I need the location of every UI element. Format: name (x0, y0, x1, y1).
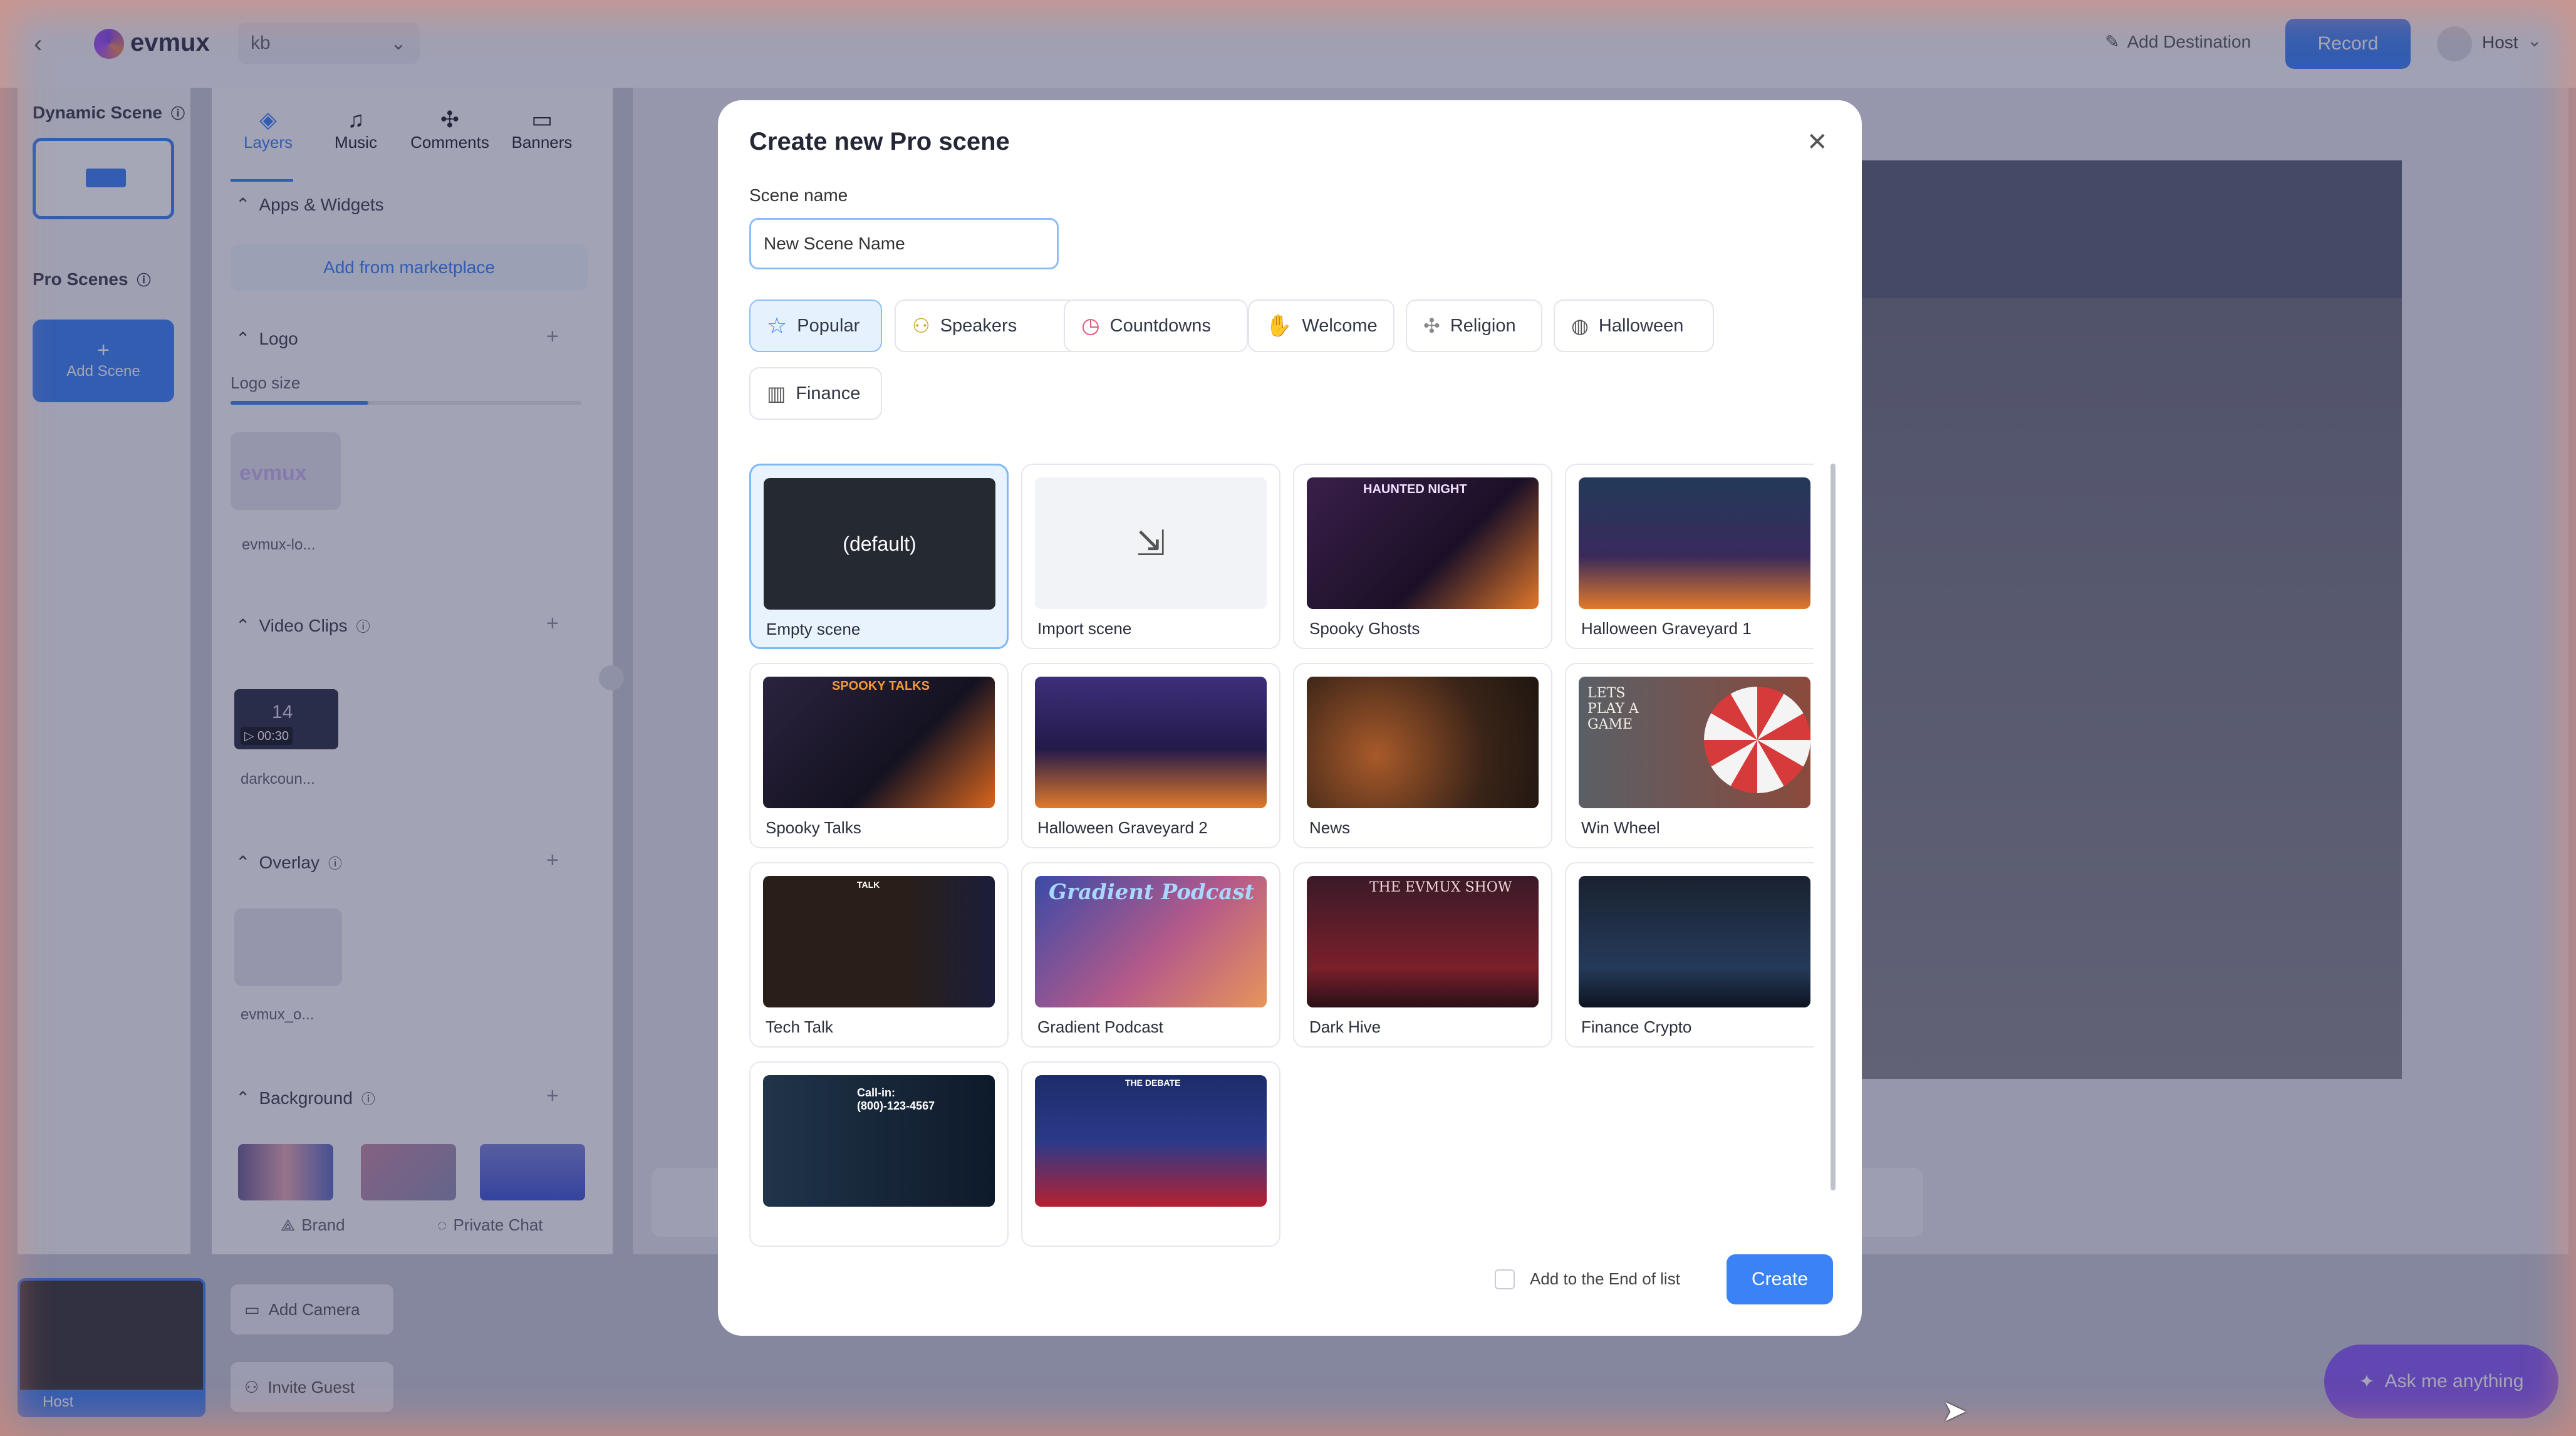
pumpkin-icon: ◍ (1571, 315, 1589, 337)
category-speakers[interactable]: ⚇ Speakers (895, 299, 1079, 352)
template-card-spooky-talks[interactable]: SPOOKY TALKS Spooky Talks (749, 663, 1009, 848)
template-card-finance-crypto[interactable]: Finance Crypto (1565, 862, 1814, 1048)
create-button[interactable]: Create (1727, 1254, 1833, 1304)
template-thumb (1579, 876, 1810, 1007)
cursor-icon: ➤ (1942, 1395, 1968, 1428)
template-thumb: Gradient Podcast (1035, 876, 1267, 1007)
template-card-win-wheel[interactable]: LETS PLAY A GAME Win Wheel (1565, 663, 1814, 848)
template-card-the-debate[interactable]: THE DEBATE (1021, 1061, 1280, 1247)
template-thumb-title: THE EVMUX SHOW (1369, 880, 1512, 895)
scene-name-label: Scene name (749, 185, 848, 205)
template-thumb: Call-in: (800)-123-4567 (763, 1075, 995, 1207)
category-halloween[interactable]: ◍ Halloween (1554, 299, 1714, 352)
template-thumb: THE DEBATE (1035, 1075, 1267, 1207)
template-card-news[interactable]: News (1293, 663, 1552, 848)
template-thumb: HAUNTED NIGHT (1307, 477, 1539, 609)
template-thumb: (default) (764, 478, 995, 610)
template-thumb-title: LETS PLAY A GAME (1587, 685, 1639, 732)
dove-icon: ✣ (1423, 315, 1440, 337)
import-icon: ⇲ (1035, 477, 1267, 609)
template-thumb-title: HAUNTED NIGHT (1363, 482, 1467, 496)
template-name: Empty scene (766, 620, 861, 638)
template-name: Dark Hive (1309, 1017, 1381, 1036)
wave-icon: ✋ (1265, 314, 1292, 338)
speakers-icon: ⚇ (912, 315, 930, 337)
template-card-empty[interactable]: (default) Empty scene (749, 464, 1009, 649)
template-thumb (1307, 677, 1539, 808)
template-card-import[interactable]: ⇲ Import scene (1021, 464, 1280, 649)
star-icon: ☆ (767, 313, 787, 338)
clock-icon: ◷ (1081, 314, 1100, 338)
template-thumb: THE EVMUX SHOW (1307, 876, 1539, 1007)
scene-name-value: New Scene Name (764, 234, 905, 253)
template-card-call-in[interactable]: Call-in: (800)-123-4567 (749, 1061, 1009, 1247)
template-scrollbar[interactable] (1831, 464, 1836, 1190)
scene-name-input[interactable]: New Scene Name (749, 218, 1059, 269)
template-name: Gradient Podcast (1037, 1017, 1163, 1036)
chart-icon: ▥ (767, 382, 786, 405)
template-card-dark-hive[interactable]: THE EVMUX SHOW Dark Hive (1293, 862, 1552, 1048)
template-thumb: SPOOKY TALKS (763, 677, 995, 808)
template-thumb-title: TALK (857, 880, 880, 890)
close-icon[interactable]: ✕ (1807, 128, 1828, 157)
category-finance[interactable]: ▥ Finance (749, 367, 882, 420)
template-thumb: LETS PLAY A GAME (1579, 677, 1810, 808)
template-name: Win Wheel (1581, 818, 1660, 837)
template-card-spooky-ghosts[interactable]: HAUNTED NIGHT Spooky Ghosts (1293, 464, 1552, 649)
template-thumb-title: Gradient Podcast (1049, 880, 1255, 905)
template-name: Import scene (1037, 619, 1132, 638)
template-name: Halloween Graveyard 2 (1037, 818, 1208, 837)
template-thumb (1579, 477, 1810, 609)
template-name: Finance Crypto (1581, 1017, 1692, 1036)
category-popular[interactable]: ☆ Popular (749, 299, 882, 352)
template-thumb-title: SPOOKY TALKS (832, 679, 930, 693)
template-thumb-title: Call-in: (800)-123-4567 (857, 1086, 935, 1112)
add-to-end-checkbox[interactable] (1495, 1269, 1515, 1289)
add-to-end-label: Add to the End of list (1530, 1269, 1680, 1288)
template-thumb (1035, 677, 1267, 808)
category-welcome[interactable]: ✋ Welcome (1248, 299, 1394, 352)
wheel-icon (1704, 687, 1810, 793)
modal-title: Create new Pro scene (749, 128, 1010, 155)
template-grid: (default) Empty scene ⇲ Import scene HAU… (749, 464, 1814, 1326)
template-thumb-title: THE DEBATE (1125, 1078, 1181, 1088)
template-name: Spooky Talks (766, 818, 861, 837)
create-scene-modal: Create new Pro scene ✕ Scene name New Sc… (718, 100, 1862, 1336)
template-card-halloween-graveyard-1[interactable]: Halloween Graveyard 1 (1565, 464, 1814, 649)
template-card-halloween-graveyard-2[interactable]: Halloween Graveyard 2 (1021, 663, 1280, 848)
template-name: Spooky Ghosts (1309, 619, 1420, 638)
template-name: Tech Talk (766, 1017, 833, 1036)
template-name: Halloween Graveyard 1 (1581, 619, 1752, 638)
template-card-gradient-podcast[interactable]: Gradient Podcast Gradient Podcast (1021, 862, 1280, 1048)
template-thumb: TALK (763, 876, 995, 1007)
category-religion[interactable]: ✣ Religion (1406, 299, 1542, 352)
template-name: News (1309, 818, 1351, 837)
template-card-tech-talk[interactable]: TALK Tech Talk (749, 862, 1009, 1048)
category-countdowns[interactable]: ◷ Countdowns (1064, 299, 1248, 352)
